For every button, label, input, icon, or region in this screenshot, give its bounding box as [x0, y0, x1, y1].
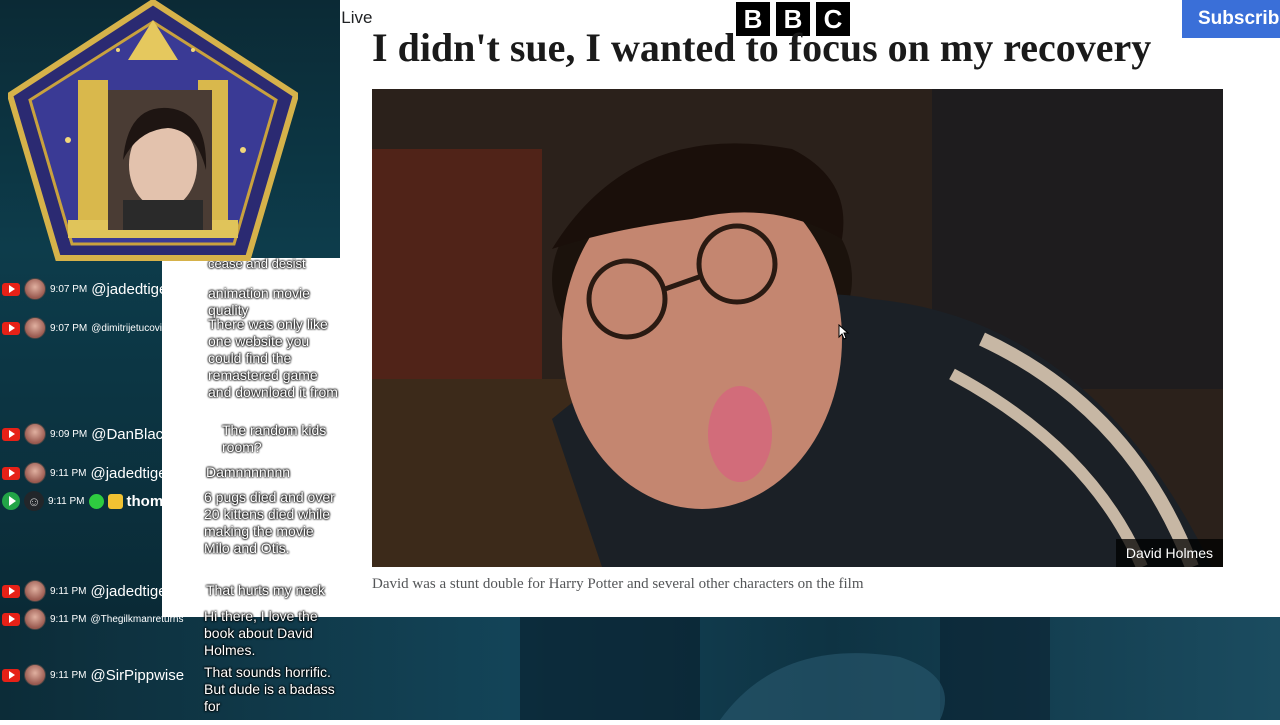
youtube-icon — [2, 584, 20, 598]
chat-message-text: There was only like one website you coul… — [208, 316, 338, 400]
play-icon — [2, 492, 20, 510]
chat-username: @DanBlackroyd — [91, 425, 200, 443]
chat-timestamp: 9:11 PM — [50, 467, 87, 479]
chat-timestamp: 9:11 PM — [50, 585, 87, 597]
chat-username: @jadedtiger00 — [90, 464, 189, 482]
avatar — [24, 664, 46, 686]
article-headline: I didn't sue, I wanted to focus on my re… — [372, 28, 1222, 72]
webcam-feed — [108, 90, 212, 230]
photo-caption: David was a stunt double for Harry Potte… — [372, 576, 864, 592]
chat-timestamp: 9:07 PM — [50, 322, 88, 334]
badge-icon — [88, 493, 104, 509]
chat-timestamp: 9:09 PM — [50, 428, 88, 440]
chat-username: thomas101 — [126, 492, 205, 510]
chat-message-text: That sounds horrific. But dude is a bada… — [204, 664, 335, 714]
chat-timestamp: 9:11 PM — [50, 613, 87, 625]
youtube-icon — [2, 466, 20, 480]
youtube-icon — [2, 321, 20, 335]
avatar — [24, 462, 46, 484]
photo-credit: David Holmes — [1115, 539, 1223, 567]
chat-message-text: That hurts my neck — [206, 582, 326, 598]
chat-timestamp: 9:07 PM — [50, 283, 88, 295]
chat-username: @SirPippwise — [90, 666, 185, 684]
article-photo: David Holmes — [372, 89, 1223, 567]
chat-username: @Thegilkmanreturns — [90, 613, 184, 625]
youtube-icon — [2, 427, 20, 441]
avatar — [24, 317, 46, 339]
chat-username: @jadedtiger00 — [91, 280, 190, 298]
badge-icon — [107, 493, 123, 509]
headline-text: I didn't sue, I wanted to focus on my re… — [372, 28, 1152, 70]
live-chat-panel: cease and desist 9:07 PM @jadedtiger00 a… — [0, 258, 340, 720]
mouse-cursor-icon — [838, 324, 850, 340]
youtube-icon — [2, 668, 20, 682]
chat-username: @jadedtiger00 — [90, 582, 189, 600]
chat-message-text: The random kids room? — [222, 422, 327, 455]
chat-timestamp: 9:11 PM — [50, 669, 87, 681]
chat-message-text: Damnnnnnnn — [206, 464, 291, 480]
chat-username: @dimitrijetucovic1307 — [91, 322, 190, 334]
avatar — [24, 491, 44, 511]
avatar — [24, 608, 46, 630]
webcam-person — [108, 90, 212, 230]
chat-message-text: animation movie quality — [208, 285, 310, 318]
chat-message-text: 6 pugs died and over 20 kittens died whi… — [204, 489, 335, 556]
avatar — [24, 278, 46, 300]
chat-timestamp: 9:11 PM — [48, 495, 85, 507]
youtube-icon — [2, 282, 20, 296]
webcam-frame-card — [6, 0, 300, 262]
photo-illustration — [372, 89, 1223, 567]
youtube-icon — [2, 612, 20, 626]
avatar — [24, 580, 46, 602]
chat-message-text: Hi there, I love the book about David Ho… — [204, 608, 318, 658]
avatar — [24, 423, 46, 445]
